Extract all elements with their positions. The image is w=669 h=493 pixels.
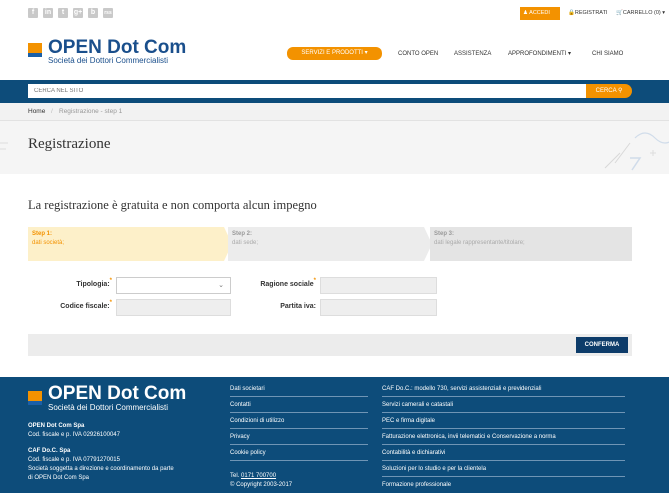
step-1-title: Step 1: xyxy=(32,231,53,237)
registrati-button[interactable]: 🔒REGISTRATI xyxy=(566,7,609,20)
cart-icon: 🛒 xyxy=(616,10,623,16)
divider xyxy=(230,428,368,429)
divider xyxy=(382,444,625,445)
tipologia-select[interactable]: ⌄ xyxy=(116,277,231,294)
divider xyxy=(382,396,625,397)
partita-iva-input[interactable] xyxy=(320,299,437,316)
conferma-button[interactable]: CONFERMA xyxy=(576,337,628,353)
partita-iva-label-text: Partita iva: xyxy=(280,303,316,310)
ragione-sociale-label-text: Ragione sociale xyxy=(260,281,314,288)
nav-conto-open[interactable]: CONTO OPEN xyxy=(398,48,438,60)
decoration-icon xyxy=(0,142,8,150)
footer-company-2-note: Società soggetta a direzione e coordinam… xyxy=(28,466,174,472)
footer-service-soluzioni[interactable]: Soluzioni per lo studio e per la cliente… xyxy=(382,466,486,472)
footer-link-dati-societari[interactable]: Dati societari xyxy=(230,386,265,392)
breadcrumb-current: Registrazione - step 1 xyxy=(59,108,123,115)
step-2-title: Step 2: xyxy=(232,231,253,237)
google-plus-icon[interactable]: g+ xyxy=(73,8,83,18)
divider xyxy=(382,460,625,461)
ragione-sociale-label: Ragione sociale* xyxy=(246,278,316,288)
step-2: Step 2: dati sede; xyxy=(228,227,424,261)
form-actions-bar xyxy=(28,334,632,356)
breadcrumb: Home / Registrazione - step 1 xyxy=(0,103,669,121)
footer-service-caf[interactable]: CAF Do.C.: modello 730, servizi assisten… xyxy=(382,386,541,392)
site-footer: OPEN Dot Com Società dei Dottori Commerc… xyxy=(0,377,669,493)
accedi-button[interactable]: ♟ ACCEDI xyxy=(520,7,560,20)
tipologia-label-text: Tipologia: xyxy=(76,281,110,288)
page-title: Registrazione xyxy=(28,136,111,152)
breadcrumb-separator: / xyxy=(51,108,53,115)
footer-link-contatti[interactable]: Contatti xyxy=(230,402,251,408)
divider xyxy=(382,428,625,429)
search-input[interactable] xyxy=(28,84,586,98)
footer-company-2-cf: Cod. fiscale e p. IVA 07791270015 xyxy=(28,457,120,463)
lock-icon: 🔒 xyxy=(568,10,575,16)
footer-service-contabilita[interactable]: Contabilità e dichiarativi xyxy=(382,450,445,456)
step-3-title: Step 3: xyxy=(434,231,455,237)
linkedin-icon[interactable]: in xyxy=(43,8,53,18)
footer-tel-prefix: Tel. xyxy=(230,473,242,479)
cart-button[interactable]: 🛒CARRELLO (0) ▾ xyxy=(612,7,669,20)
footer-company-1-name: OPEN Dot Com Spa xyxy=(28,423,85,429)
footer-link-condizioni[interactable]: Condizioni di utilizzo xyxy=(230,418,284,424)
cart-label: CARRELLO (0) ▾ xyxy=(622,10,666,16)
breadcrumb-home[interactable]: Home xyxy=(28,108,45,115)
footer-service-camerali[interactable]: Servizi camerali e catastali xyxy=(382,402,453,408)
footer-link-privacy[interactable]: Privacy xyxy=(230,434,250,440)
footer-company-2-name: CAF Do.C. Spa xyxy=(28,448,71,454)
top-bar: f in t g+ b rss ♟ ACCEDI 🔒REGISTRATI xyxy=(0,0,669,28)
accedi-label: ACCEDI xyxy=(529,10,550,16)
logo-mark-icon[interactable] xyxy=(28,43,42,57)
codice-fiscale-label-text: Codice fiscale: xyxy=(60,303,110,310)
footer-tel-link[interactable]: 0171 700700 xyxy=(241,473,276,479)
footer-company-2-note-2: di OPEN Dot Com Spa xyxy=(28,475,90,481)
twitter-icon[interactable]: t xyxy=(58,8,68,18)
footer-service-fatturazione[interactable]: Fatturazione elettronica, invii telemati… xyxy=(382,434,556,440)
step-2-desc: dati sede; xyxy=(232,240,259,246)
footer-link-cookie-policy[interactable]: Cookie policy xyxy=(230,450,266,456)
required-mark: * xyxy=(109,300,112,306)
search-icon: ⚲ xyxy=(617,88,623,94)
search-button-label: CERCA xyxy=(595,88,617,94)
footer-logo-subtitle: Società dei Dottori Commercialisti xyxy=(48,403,169,412)
registrati-label: REGISTRATI xyxy=(574,10,608,16)
footer-service-pec[interactable]: PEC e firma digitale xyxy=(382,418,435,424)
nav-approfondimenti[interactable]: APPROFONDIMENTI ▾ xyxy=(508,48,571,60)
footer-logo-title[interactable]: OPEN Dot Com xyxy=(48,383,186,405)
blog-icon[interactable]: b xyxy=(88,8,98,18)
codice-fiscale-label: Codice fiscale:* xyxy=(40,300,112,310)
divider xyxy=(382,476,625,477)
partita-iva-label: Partita iva: xyxy=(246,303,316,310)
footer-logo-mark-icon[interactable] xyxy=(28,391,42,405)
tipologia-label: Tipologia:* xyxy=(40,278,112,288)
footer-service-formazione[interactable]: Formazione professionale xyxy=(382,482,451,488)
divider xyxy=(382,412,625,413)
step-1: Step 1: dati società; xyxy=(28,227,224,261)
nav-chi-siamo[interactable]: CHI SIAMO xyxy=(592,48,623,60)
chevron-down-icon: ⌄ xyxy=(218,282,224,289)
search-button[interactable]: CERCA ⚲ xyxy=(586,84,632,98)
required-mark: * xyxy=(313,278,316,284)
ragione-sociale-input[interactable] xyxy=(320,277,437,294)
divider xyxy=(230,412,368,413)
footer-company-1-cf: Cod. fiscale e p. IVA 02926100047 xyxy=(28,432,120,438)
logo-subtitle: Società dei Dottori Commercialisti xyxy=(48,56,169,65)
math-decoration-icon xyxy=(604,132,669,171)
codice-fiscale-input[interactable] xyxy=(116,299,231,316)
nav-servizi-prodotti[interactable]: SERVIZI E PRODOTTI ▾ xyxy=(287,47,382,60)
footer-copyright: © Copyright 2003-2017 xyxy=(230,482,293,488)
footer-tel: Tel. 0171 700700 xyxy=(230,473,276,479)
page-subtitle: La registrazione è gratuita e non compor… xyxy=(28,198,317,212)
divider xyxy=(230,396,368,397)
facebook-icon[interactable]: f xyxy=(28,8,38,18)
step-1-desc: dati società; xyxy=(32,240,65,246)
required-mark: * xyxy=(109,278,112,284)
step-3: Step 3: dati legale rappresentante/titol… xyxy=(430,227,632,261)
rss-icon[interactable]: rss xyxy=(103,8,113,18)
nav-assistenza[interactable]: ASSISTENZA xyxy=(454,48,491,60)
divider xyxy=(230,444,368,445)
step-3-desc: dati legale rappresentante/titolare; xyxy=(434,240,525,246)
divider xyxy=(230,460,368,461)
